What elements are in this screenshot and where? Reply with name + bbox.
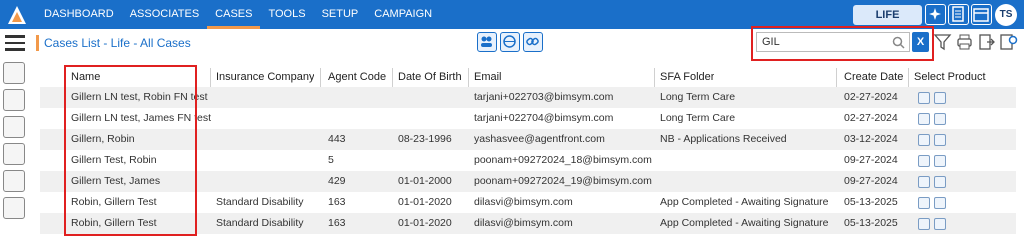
user-search-icon[interactable]: [3, 170, 25, 192]
cell-agent-code: 443: [328, 133, 346, 145]
print-icon[interactable]: [955, 32, 974, 52]
filter-icon[interactable]: [933, 32, 952, 52]
view-toggle-group: [477, 32, 543, 52]
select-product-cell: [918, 192, 946, 213]
select-product-cell: [918, 171, 946, 192]
col-header-sfa-folder[interactable]: SFA Folder: [660, 68, 714, 87]
report-icon[interactable]: [3, 143, 25, 165]
select-product-people-icon[interactable]: [918, 217, 930, 230]
calendar-icon[interactable]: [971, 4, 992, 25]
select-product-people-icon[interactable]: [918, 91, 930, 104]
select-product-people-icon[interactable]: [918, 112, 930, 125]
nav-tools[interactable]: TOOLS: [260, 0, 313, 29]
cell-email: poonam+09272024_19@bimsym.com: [474, 175, 652, 187]
cell-sfa-folder: NB - Applications Received: [660, 133, 787, 145]
select-product-cell: [918, 150, 946, 171]
select-product-cell: [918, 108, 946, 129]
menu-icon[interactable]: [5, 35, 25, 51]
select-product-people-icon[interactable]: [918, 154, 930, 167]
select-product-doc-icon[interactable]: [934, 112, 946, 125]
cell-agent-code: 5: [328, 154, 334, 166]
select-product-doc-icon[interactable]: [934, 154, 946, 167]
cell-email: tarjani+022704@bimsym.com: [474, 112, 614, 124]
user-avatar[interactable]: TS: [995, 4, 1017, 26]
new-case-icon[interactable]: [3, 89, 25, 111]
cell-agent-code: 163: [328, 196, 346, 208]
select-product-doc-icon[interactable]: [934, 133, 946, 146]
cell-create-date: 05-13-2025: [844, 196, 898, 208]
col-header-select-product: Select Product: [914, 71, 986, 83]
select-product-people-icon[interactable]: [918, 175, 930, 188]
select-product-people-icon[interactable]: [918, 196, 930, 209]
cell-create-date: 09-27-2024: [844, 154, 898, 166]
cell-create-date: 02-27-2024: [844, 112, 898, 124]
document-icon[interactable]: [948, 4, 969, 25]
col-header-agent-code[interactable]: Agent Code: [328, 68, 386, 87]
select-product-doc-icon[interactable]: [934, 196, 946, 209]
globe-view-icon[interactable]: [500, 32, 520, 52]
cell-sfa-folder: App Completed - Awaiting Signature: [660, 196, 829, 208]
select-product-cell: [918, 213, 946, 234]
select-product-people-icon[interactable]: [918, 133, 930, 146]
hierarchy-icon[interactable]: [3, 197, 25, 219]
cell-create-date: 02-27-2024: [844, 91, 898, 103]
right-toolbar: [933, 32, 1018, 52]
cell-date-of-birth: 01-01-2020: [398, 217, 452, 229]
cell-create-date: 05-13-2025: [844, 217, 898, 229]
nav-cases[interactable]: CASES: [207, 0, 261, 29]
select-product-cell: [918, 129, 946, 150]
cell-agent-code: 163: [328, 217, 346, 229]
nav-dashboard[interactable]: DASHBOARD: [36, 0, 122, 29]
cell-date-of-birth: 01-01-2020: [398, 196, 452, 208]
name-column-highlight-box: [64, 65, 197, 236]
cell-sfa-folder: Long Term Care: [660, 112, 736, 124]
select-product-doc-icon[interactable]: [934, 91, 946, 104]
cell-agent-code: 429: [328, 175, 346, 187]
cell-create-date: 09-27-2024: [844, 175, 898, 187]
app-logo-icon[interactable]: [6, 4, 28, 26]
select-product-cell: [918, 87, 946, 108]
link-view-icon[interactable]: [523, 32, 543, 52]
cell-email: poonam+09272024_18@bimsym.com: [474, 154, 652, 166]
col-header-create-date[interactable]: Create Date: [844, 68, 903, 87]
cell-create-date: 03-12-2024: [844, 133, 898, 145]
top-navbar: DASHBOARD ASSOCIATES CASES TOOLS SETUP C…: [0, 0, 1024, 29]
cell-date-of-birth: 01-01-2000: [398, 175, 452, 187]
search-cases-icon[interactable]: [3, 62, 25, 84]
cell-email: yashasvee@agentfront.com: [474, 133, 605, 145]
cell-insurance-company: Standard Disability: [216, 217, 304, 229]
export-icon[interactable]: [977, 32, 996, 52]
cell-email: tarjani+022703@bimsym.com: [474, 91, 614, 103]
cell-email: dilasvi@bimsym.com: [474, 217, 573, 229]
nav-associates[interactable]: ASSOCIATES: [122, 0, 207, 29]
cell-insurance-company: Standard Disability: [216, 196, 304, 208]
sparkle-icon[interactable]: [925, 4, 946, 25]
page-title: Cases List - Life - All Cases: [36, 35, 191, 51]
nav-setup[interactable]: SETUP: [314, 0, 367, 29]
cell-sfa-folder: App Completed - Awaiting Signature: [660, 217, 829, 229]
left-sidebar: [2, 62, 28, 224]
cell-date-of-birth: 08-23-1996: [398, 133, 452, 145]
col-header-dob[interactable]: Date Of Birth: [398, 68, 462, 87]
main-nav: DASHBOARD ASSOCIATES CASES TOOLS SETUP C…: [36, 0, 440, 29]
nav-campaign[interactable]: CAMPAIGN: [366, 0, 440, 29]
history-icon[interactable]: [3, 116, 25, 138]
cell-email: dilasvi@bimsym.com: [474, 196, 573, 208]
select-product-doc-icon[interactable]: [934, 217, 946, 230]
col-header-company[interactable]: Insurance Company: [216, 68, 314, 87]
settings-document-icon[interactable]: [999, 32, 1018, 52]
select-product-doc-icon[interactable]: [934, 175, 946, 188]
people-view-icon[interactable]: [477, 32, 497, 52]
cell-sfa-folder: Long Term Care: [660, 91, 736, 103]
col-header-email[interactable]: Email: [474, 68, 502, 87]
search-highlight-box: [751, 26, 934, 61]
product-selector[interactable]: LIFE: [853, 5, 922, 25]
